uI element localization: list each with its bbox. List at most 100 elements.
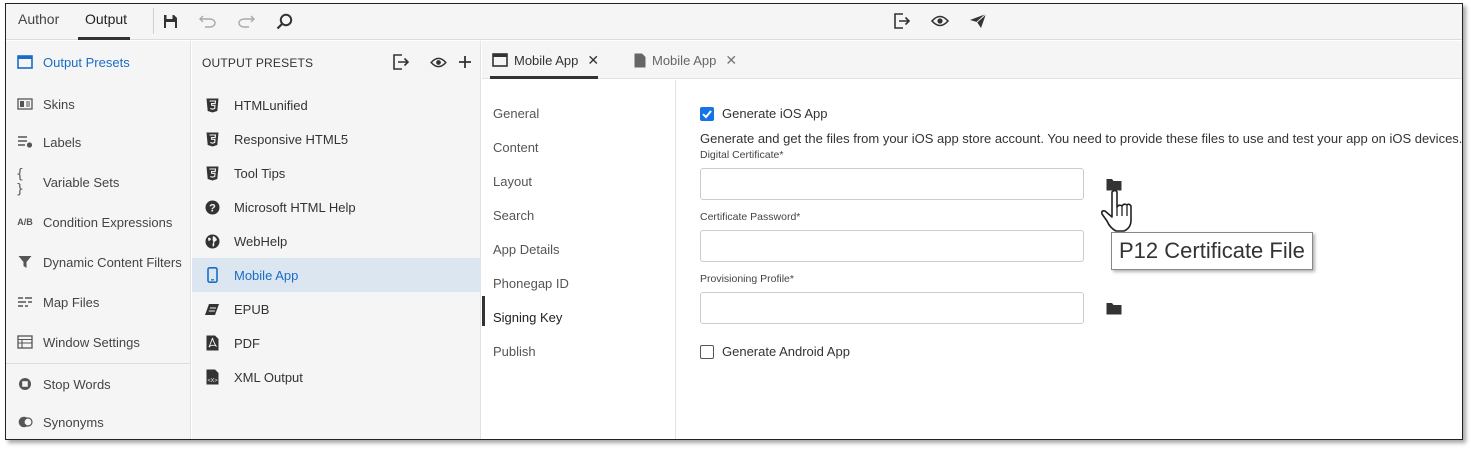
nav-item-skins[interactable]: Skins: [6, 89, 191, 119]
preset-label: Tool Tips: [234, 165, 286, 181]
window-icon: [492, 53, 508, 67]
xml-icon: <X>: [204, 369, 220, 385]
braces-icon: { }: [16, 167, 24, 197]
close-icon[interactable]: ✕: [587, 52, 599, 69]
undo-icon[interactable]: [198, 11, 218, 31]
close-icon[interactable]: ✕: [725, 52, 737, 69]
tab-label: Mobile App: [652, 52, 717, 68]
nav-item-map-files[interactable]: Map Files: [6, 287, 191, 317]
search-icon[interactable]: [274, 11, 294, 31]
nav-item-dynamic-content-filters[interactable]: Dynamic Content Filters: [6, 247, 191, 277]
presets-heading: OUTPUT PRESETS: [202, 56, 314, 70]
tab-author[interactable]: Author: [18, 11, 59, 27]
tab-mobile-app[interactable]: Mobile App ✕: [634, 41, 737, 79]
preset-label: WebHelp: [234, 233, 288, 249]
preview-icon[interactable]: [429, 53, 447, 71]
settings-navigation: General Content Layout Search App Detail…: [482, 80, 676, 439]
settings-item-general[interactable]: General: [493, 106, 539, 121]
hand-cursor-icon: [1101, 189, 1132, 232]
preset-label: Microsoft HTML Help: [234, 199, 356, 215]
preset-label: HTMLunified: [234, 97, 308, 113]
tab-output[interactable]: Output: [85, 11, 127, 27]
preset-htmlunified[interactable]: HTMLunified: [192, 88, 481, 122]
generate-icon[interactable]: [892, 11, 912, 31]
nav-item-window-settings[interactable]: Window Settings: [6, 327, 191, 357]
preset-microsoft-html-help[interactable]: ? Microsoft HTML Help: [192, 190, 481, 224]
stop-icon: [16, 376, 34, 392]
certificate-password-field[interactable]: [700, 230, 1084, 262]
generate-android-label: Generate Android App: [722, 344, 850, 359]
preset-label: XML Output: [234, 369, 303, 385]
preset-label: PDF: [234, 335, 260, 351]
digital-certificate-label: Digital Certificate*: [700, 149, 784, 161]
nav-label: Dynamic Content Filters: [43, 254, 182, 270]
publish-icon[interactable]: [968, 11, 988, 31]
document-icon: [634, 53, 646, 68]
settings-item-content[interactable]: Content: [493, 140, 539, 155]
nav-label: Variable Sets: [43, 174, 120, 190]
preset-epub[interactable]: EPUB: [192, 292, 481, 326]
tab-label: Mobile App: [514, 52, 579, 68]
nav-item-stop-words[interactable]: Stop Words: [6, 369, 191, 399]
globe-icon: [204, 233, 220, 249]
html5-icon: [204, 97, 220, 113]
folder-icon[interactable]: [1106, 302, 1122, 315]
checkmark-icon: [702, 110, 712, 119]
preview-icon[interactable]: [930, 11, 950, 31]
nav-label: Synonyms: [43, 414, 104, 430]
left-navigation: Output Presets Skins Labels { } Variable…: [6, 41, 191, 439]
preset-webhelp[interactable]: WebHelp: [192, 224, 481, 258]
preset-mobile-app[interactable]: Mobile App: [192, 258, 481, 292]
map-files-icon: [16, 294, 34, 310]
digital-certificate-field[interactable]: [700, 168, 1084, 200]
epub-icon: [204, 301, 220, 317]
settings-item-signing-key[interactable]: Signing Key: [493, 310, 562, 325]
active-settings-indicator: [482, 296, 485, 326]
tooltip: P12 Certificate File: [1111, 232, 1313, 270]
app-window: Author Output Output Presets Skins Label…: [5, 3, 1463, 440]
active-doc-tab-indicator: [490, 76, 598, 79]
nav-label: Stop Words: [43, 376, 111, 392]
nav-label: Window Settings: [43, 334, 140, 350]
help-icon: ?: [204, 199, 220, 215]
preset-label: EPUB: [234, 301, 270, 317]
active-tab-indicator: [78, 37, 130, 40]
generate-android-checkbox[interactable]: [700, 345, 714, 359]
ios-description: Generate and get the files from your iOS…: [700, 131, 1463, 146]
nav-item-condition-expressions[interactable]: A/B Condition Expressions: [6, 207, 191, 237]
top-toolbar: Author Output: [6, 4, 1462, 40]
preset-responsive-html5[interactable]: Responsive HTML5: [192, 122, 481, 156]
add-icon[interactable]: [456, 53, 474, 71]
nav-item-variable-sets[interactable]: { } Variable Sets: [6, 167, 191, 197]
generate-icon[interactable]: [392, 53, 410, 71]
html5-icon: [204, 165, 220, 181]
nav-label: Labels: [43, 134, 82, 150]
ab-icon: A/B: [17, 217, 33, 227]
window-icon: [16, 54, 34, 70]
settings-item-phonegap-id[interactable]: Phonegap ID: [493, 276, 569, 291]
nav-label: Output Presets: [43, 54, 130, 70]
settings-item-search[interactable]: Search: [493, 208, 534, 223]
preset-tool-tips[interactable]: Tool Tips: [192, 156, 481, 190]
save-icon[interactable]: [160, 11, 180, 31]
output-presets-panel: OUTPUT PRESETS HTMLunified Responsive HT…: [192, 41, 481, 439]
generate-ios-checkbox[interactable]: [700, 107, 714, 121]
nav-item-output-presets[interactable]: Output Presets: [6, 47, 191, 77]
nav-item-labels[interactable]: Labels: [6, 127, 191, 157]
settings-item-layout[interactable]: Layout: [493, 174, 532, 189]
preset-pdf[interactable]: PDF: [192, 326, 481, 360]
preset-xml-output[interactable]: <X> XML Output: [192, 360, 481, 394]
nav-label: Skins: [43, 96, 75, 112]
tab-mobile-app-active[interactable]: Mobile App ✕: [492, 41, 599, 79]
redo-icon[interactable]: [236, 11, 256, 31]
nav-label: Condition Expressions: [43, 214, 173, 230]
document-tabs: Mobile App ✕ Mobile App ✕: [482, 41, 1462, 79]
settings-item-publish[interactable]: Publish: [493, 344, 536, 359]
nav-item-synonyms[interactable]: Synonyms: [6, 407, 191, 437]
settings-item-app-details[interactable]: App Details: [493, 242, 559, 257]
svg-text:<X>: <X>: [207, 378, 217, 384]
provisioning-profile-field[interactable]: [700, 292, 1084, 324]
filter-icon: [16, 254, 34, 270]
preset-label: Responsive HTML5: [234, 131, 349, 147]
svg-text:?: ?: [209, 202, 216, 214]
